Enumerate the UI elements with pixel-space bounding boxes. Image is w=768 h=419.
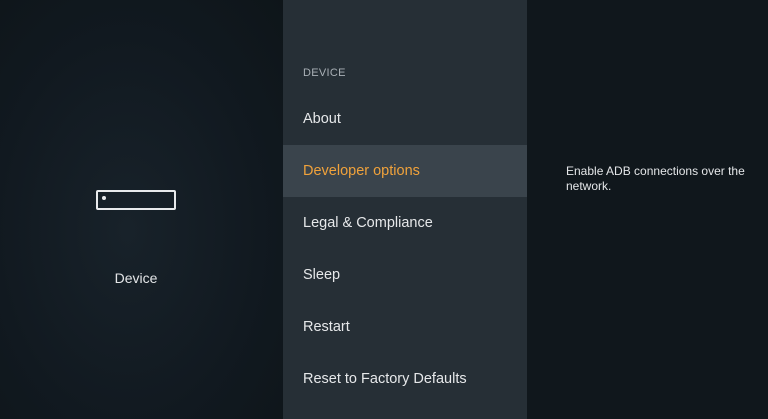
menu-item-sleep[interactable]: Sleep [283,249,527,301]
menu-list: About Developer options Legal & Complian… [283,93,527,405]
menu-item-legal-compliance[interactable]: Legal & Compliance [283,197,527,249]
category-label: Device [114,270,158,286]
fire-tv-device-icon [96,190,176,210]
option-description: Enable ADB connections over the network. [566,164,745,193]
menu-item-restart[interactable]: Restart [283,301,527,353]
section-header: DEVICE [303,67,346,79]
settings-screen: Device DEVICE About Developer options Le… [0,0,768,419]
settings-menu: DEVICE About Developer options Legal & C… [283,0,527,419]
detail-panel: Enable ADB connections over the network. [527,0,768,419]
menu-item-developer-options[interactable]: Developer options [283,145,527,197]
menu-item-about[interactable]: About [283,93,527,145]
menu-item-reset-factory-defaults[interactable]: Reset to Factory Defaults [283,353,527,405]
category-panel: Device [0,0,283,419]
device-led-indicator [102,196,106,200]
